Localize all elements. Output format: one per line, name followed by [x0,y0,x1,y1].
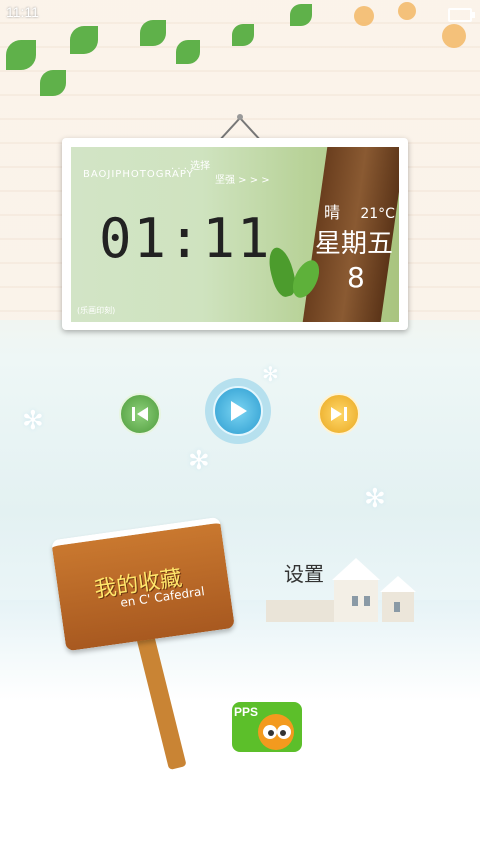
next-button[interactable] [318,393,360,435]
widget-clock: 01:11 [99,207,272,270]
snowflake-icon: ✻ [364,484,386,514]
status-bar: 11:11 [0,0,480,26]
pps-app-icon[interactable]: PPS [230,698,310,754]
status-time: 11:11 [6,4,39,20]
snowflake-icon: ✻ [22,406,44,436]
previous-icon [132,407,148,421]
clover-leaf-decoration [40,70,66,96]
clover-leaf-decoration [176,40,200,64]
orange-leaf-decoration [442,24,466,48]
clover-leaf-decoration [232,24,254,46]
play-button-inner[interactable] [213,386,263,436]
pps-label: PPS [234,705,258,719]
play-button[interactable] [205,378,271,444]
widget-weekday: 星期五 [315,229,394,259]
previous-button[interactable] [119,393,161,435]
widget-photo: BAOJIPHOTOGRAPY . . . 选择 坚强 > > > 01:11 … [71,147,399,322]
snowflake-icon: ✻ [262,362,279,386]
widget-weather: 晴 21°C [324,199,395,223]
weather-temperature: 21°C [360,206,395,222]
battery-icon [448,8,475,22]
settings-label[interactable]: 设置 [284,558,324,587]
next-icon [331,407,347,421]
widget-slogan-line1: . . . 选择 [171,161,211,172]
widget-day: 8 [347,261,365,294]
clock-weather-widget[interactable]: BAOJIPHOTOGRAPY . . . 选择 坚强 > > > 01:11 … [62,138,408,330]
snowflake-icon: ✻ [188,446,210,476]
widget-slogan-line2: 坚强 > > > [215,175,270,186]
widget-credit: (乐画印刻) [77,306,116,315]
weather-condition: 晴 [324,203,341,222]
clover-leaf-decoration [6,40,36,70]
clover-leaf-decoration [70,26,98,54]
play-icon [231,401,247,421]
